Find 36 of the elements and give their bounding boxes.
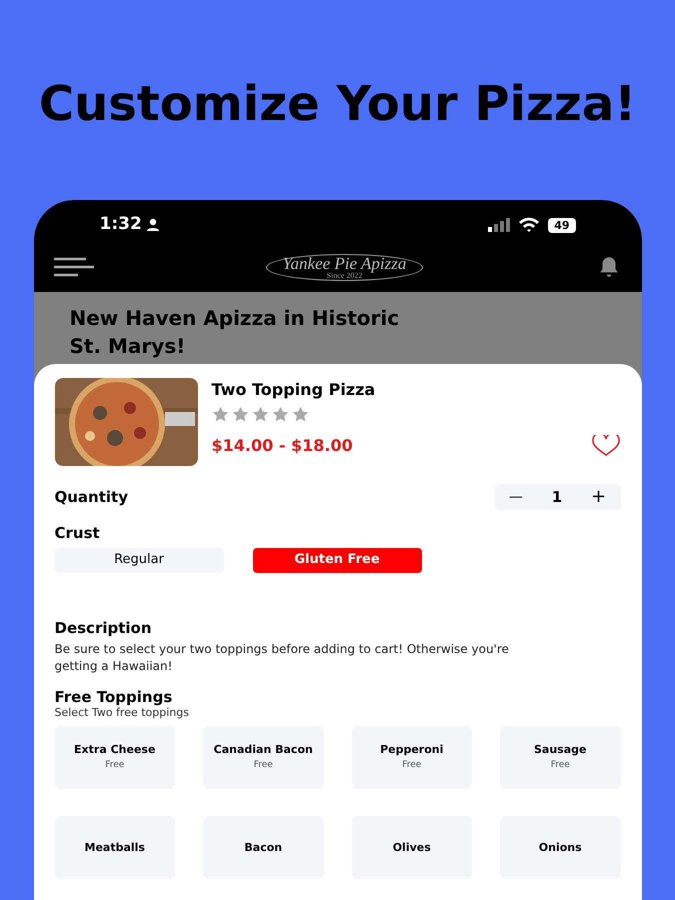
star-icon — [292, 406, 308, 422]
topping-option[interactable]: Bacon — [203, 816, 324, 879]
topping-option[interactable]: Pepperoni Free — [352, 726, 472, 789]
topping-option[interactable]: Olives — [352, 816, 472, 879]
increase-button[interactable]: + — [590, 488, 606, 506]
star-icon — [212, 406, 228, 422]
topping-option[interactable]: Onions — [500, 816, 620, 879]
headline: Customize Your Pizza! — [38, 76, 638, 132]
battery-indicator: 49 — [548, 218, 576, 232]
wifi-icon — [518, 217, 540, 233]
logo: Yankee Pie Apizza Since 2022 — [266, 254, 424, 280]
toppings-title: Free Toppings — [54, 688, 174, 706]
crust-option[interactable]: Regular — [54, 548, 224, 572]
description-text: Be sure to select your two toppings before adding to cart! Otherwise you're getting a Hawaiian! — [54, 641, 510, 675]
banner-title: New Haven Apizza in Historic St. Marys! — [70, 305, 400, 360]
description-title: Description — [54, 618, 153, 638]
person-icon — [146, 218, 160, 232]
topping-option[interactable]: Sausage Free — [500, 726, 620, 789]
toppings-subtitle: Select Two free toppings — [54, 706, 190, 720]
signal-icon — [488, 218, 510, 232]
status-time: 1:32 — [100, 213, 142, 236]
quantity-label: Quantity — [54, 486, 129, 508]
topping-option[interactable]: Meatballs — [54, 816, 175, 879]
star-icon — [232, 406, 248, 422]
product-name: Two Topping Pizza — [212, 379, 376, 401]
crust-option[interactable]: Gluten Free — [252, 548, 422, 572]
decrease-button[interactable]: — — [508, 486, 523, 508]
heart-icon[interactable] — [590, 435, 620, 457]
star-icon — [272, 406, 288, 422]
price-range: $14.00 - $18.00 — [212, 435, 354, 457]
topping-option[interactable]: Extra Cheese Free — [54, 726, 175, 789]
star-icon — [252, 406, 268, 422]
menu-icon[interactable] — [54, 257, 94, 277]
quantity-value: 1 — [552, 486, 562, 508]
crust-label: Crust — [54, 523, 101, 544]
topping-option[interactable]: Canadian Bacon Free — [203, 726, 324, 789]
